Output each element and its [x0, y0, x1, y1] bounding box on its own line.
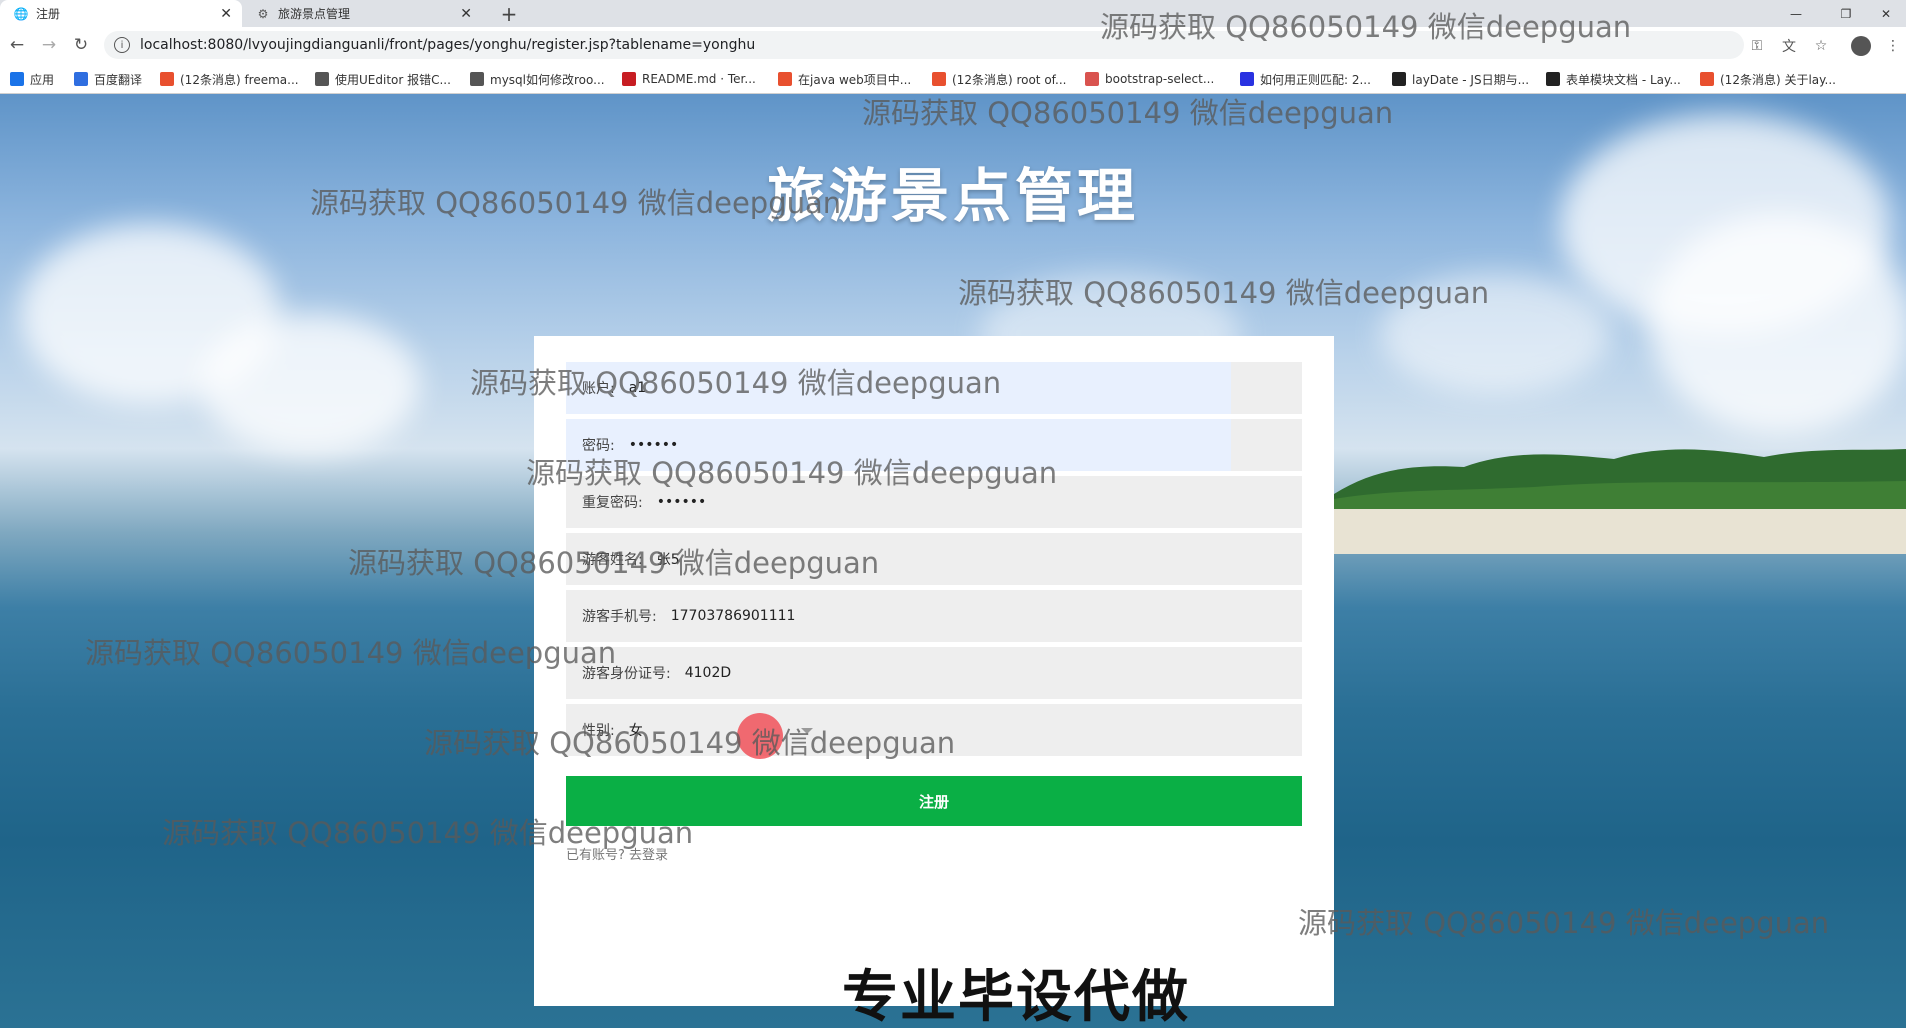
tab-travel-admin[interactable]: ⚙ 旅游景点管理 ✕ [242, 0, 482, 27]
globe-icon: 🌐 [13, 6, 29, 21]
cloud-shape [1650, 214, 1906, 434]
watermark-text: 源码获取 QQ86050149 微信deepguan [1100, 10, 1632, 44]
bookmark-label: 在java web项目中... [798, 72, 912, 87]
bookmark-label: mysql如何修改roo... [490, 72, 605, 87]
phone-input[interactable]: 17703786901111 [671, 608, 796, 624]
bookmarks-bar: 应用 百度翻译 (12条消息) freema... 使用UEditor 报错C... m… [0, 64, 1906, 94]
tab-register[interactable]: 🌐 注册 ✕ [0, 0, 242, 27]
profile-icon[interactable] [1850, 35, 1872, 57]
csdn-icon [160, 72, 174, 86]
url-text: localhost:8080/lvyoujingdianguanli/front… [140, 37, 756, 53]
watermark-text: 源码获取 QQ86050149 微信deepguan [310, 186, 842, 220]
bookmark-label: 如何用正则匹配: 2... [1260, 72, 1371, 87]
csdn-icon [778, 72, 792, 86]
baidu-icon [1240, 72, 1254, 86]
page-background: 旅游景点管理 账户: a1 密码: •••••• 重复密码: •••••• 游客… [0, 94, 1906, 1028]
bookmark-label: README.md · Ter... [642, 72, 756, 86]
watermark-text: 源码获取 QQ86050149 微信deepguan [526, 456, 1058, 490]
bookmark-label: 百度翻译 [94, 72, 143, 87]
bookmark-item[interactable]: (12条消息) root of... [932, 69, 1066, 89]
watermark-text: 源码获取 QQ86050149 微信deepguan [1298, 906, 1830, 940]
bookmark-item[interactable]: 如何用正则匹配: 2... [1240, 69, 1371, 89]
layui-icon [1392, 72, 1406, 86]
repeat-password-label: 重复密码: [582, 495, 643, 511]
minimize-icon[interactable]: — [1776, 0, 1816, 27]
bookmark-item[interactable]: layDate - JS日期与... [1392, 69, 1529, 89]
bookmark-item[interactable]: (12条消息) 关于lay... [1700, 69, 1836, 89]
bookmark-label: (12条消息) freema... [180, 72, 299, 87]
back-icon[interactable]: ← [6, 34, 28, 56]
bookmark-item[interactable]: 在java web项目中... [778, 69, 911, 89]
bookmark-label: 使用UEditor 报错C... [335, 72, 451, 87]
layui-icon [1546, 72, 1560, 86]
new-tab-button[interactable]: + [496, 0, 522, 27]
close-window-icon[interactable]: ✕ [1866, 0, 1906, 27]
link-icon [315, 72, 329, 86]
bookmark-label: layDate - JS日期与... [1412, 72, 1530, 87]
tab-title: 注册 [36, 7, 61, 21]
watermark-text: 源码获取 QQ86050149 微信deepguan [348, 546, 880, 580]
bookmark-label: 表单模块文档 - Lay... [1566, 72, 1681, 87]
csdn-icon [932, 72, 946, 86]
bookmark-label: bootstrap-select... [1105, 72, 1215, 86]
bookmark-item[interactable]: 使用UEditor 报错C... [315, 69, 451, 89]
menu-icon[interactable]: ⋮ [1882, 35, 1904, 57]
bookmark-label: (12条消息) 关于lay... [1720, 72, 1836, 87]
bookmark-item[interactable]: bootstrap-select... [1085, 69, 1214, 89]
repeat-password-input[interactable]: •••••• [657, 494, 707, 510]
cloud-shape [200, 314, 420, 454]
watermark-text: 源码获取 QQ86050149 微信deepguan [85, 636, 617, 670]
watermark-text: 源码获取 QQ86050149 微信deepguan [470, 366, 1002, 400]
bookmark-item[interactable]: README.md · Ter... [622, 69, 756, 89]
watermark-text: 源码获取 QQ86050149 微信deepguan [958, 276, 1490, 310]
link-icon [470, 72, 484, 86]
bookmark-item[interactable]: mysql如何修改roo... [470, 69, 605, 89]
settings-icon: ⚙ [257, 6, 269, 21]
bookmark-item[interactable]: 表单模块文档 - Lay... [1546, 69, 1681, 89]
watermark-text: 源码获取 QQ86050149 微信deepguan [424, 726, 956, 760]
id-card-input[interactable]: 4102D [685, 665, 731, 681]
island-image [1334, 449, 1906, 554]
forward-icon[interactable]: → [38, 34, 60, 56]
key-icon[interactable]: ⚿ [1746, 35, 1768, 57]
watermark-text: 源码获取 QQ86050149 微信deepguan [862, 96, 1394, 130]
promo-banner: 专业毕设代做 [842, 965, 1190, 1028]
csdn-icon [1700, 72, 1714, 86]
tab-title: 旅游景点管理 [278, 7, 351, 21]
bookmark-label: 应用 [30, 72, 55, 87]
watermark-text: 源码获取 QQ86050149 微信deepguan [162, 816, 694, 850]
phone-field[interactable]: 游客手机号: 17703786901111 [566, 590, 1302, 642]
baidu-translate-icon [74, 72, 88, 86]
close-tab-icon[interactable]: ✕ [460, 6, 472, 22]
bookmark-item[interactable]: 百度翻译 [74, 69, 142, 89]
apps-icon [10, 72, 24, 86]
register-card: 账户: a1 密码: •••••• 重复密码: •••••• 游客姓名: 张5 … [534, 336, 1334, 1006]
phone-label: 游客手机号: [582, 609, 657, 625]
id-card-field[interactable]: 游客身份证号: 4102D [566, 647, 1302, 699]
bookmark-item[interactable]: 应用 [10, 69, 54, 89]
close-tab-icon[interactable]: ✕ [220, 6, 232, 22]
info-icon[interactable]: i [114, 37, 130, 53]
star-icon[interactable]: ☆ [1810, 35, 1832, 57]
page-title: 旅游景点管理 [766, 162, 1139, 230]
translate-icon[interactable]: 文 [1778, 35, 1800, 57]
bookmark-label: (12条消息) root of... [952, 72, 1067, 87]
gitee-icon [622, 72, 636, 86]
bookmark-item[interactable]: (12条消息) freema... [160, 69, 299, 89]
restore-icon[interactable]: ❐ [1826, 0, 1866, 27]
bookmark-icon [1085, 72, 1099, 86]
reload-icon[interactable]: ↻ [70, 34, 92, 56]
